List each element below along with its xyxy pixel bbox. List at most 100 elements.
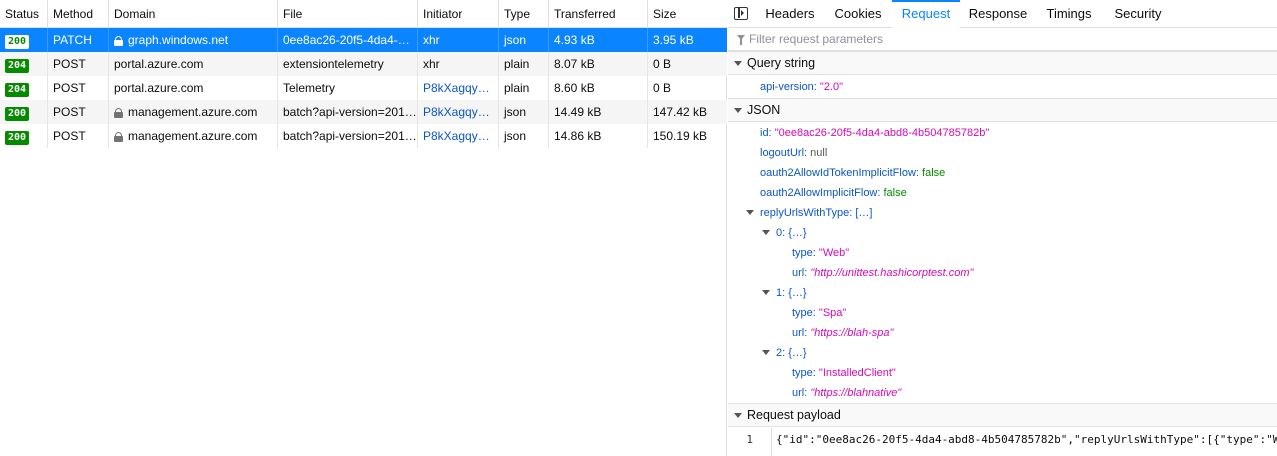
json-value: null	[810, 147, 828, 159]
lock-icon	[114, 108, 123, 118]
query-string-section-header[interactable]: Query string	[728, 51, 1277, 75]
file-cell: 0ee8ac26-20f5-4da4-…	[278, 28, 418, 52]
file-cell: Telemetry	[278, 76, 418, 100]
json-key: id:	[760, 127, 772, 139]
query-param: api-version: "2.0"	[760, 77, 843, 97]
chevron-down-icon	[734, 61, 742, 66]
json-key: oauth2AllowImplicitFlow:	[760, 187, 881, 199]
json-key: 0:	[776, 227, 786, 239]
json-value: {…}	[788, 287, 807, 299]
json-property: url: "http://unittest.hashicorptest.com"	[792, 263, 973, 283]
json-key: logoutUrl:	[760, 147, 808, 159]
column-header-transferred[interactable]: Transferred	[549, 0, 648, 28]
column-header-method[interactable]: Method	[48, 0, 109, 28]
lock-icon	[114, 132, 123, 142]
file-cell: extensiontelemetry	[278, 52, 418, 76]
section-title: Request payload	[747, 408, 841, 422]
param-value: "2.0"	[819, 81, 844, 93]
type-cell: json	[499, 28, 549, 52]
size-cell: 150.19 kB	[653, 129, 708, 143]
tab-timings[interactable]: Timings	[1036, 0, 1102, 28]
tab-headers[interactable]: Headers	[756, 0, 824, 28]
request-details-panel: Headers Cookies Request Response Timings…	[728, 0, 1277, 456]
column-header-status[interactable]: Status	[0, 0, 48, 28]
json-tree-node[interactable]: replyUrlsWithType: […]	[746, 203, 872, 223]
json-tree-node[interactable]: 2: {…}	[762, 343, 807, 363]
json-value: "0ee8ac26-20f5-4da4-abd8-4b504785782b"	[774, 127, 990, 139]
json-property: type: "Web"	[792, 243, 849, 263]
request-row[interactable]: 204 POST portal.azure.com extensiontelem…	[0, 52, 727, 76]
payload-editor[interactable]: 1 {"id":"0ee8ac26-20f5-4da4-abd8-4b50478…	[728, 428, 1277, 456]
json-value: false	[883, 187, 907, 199]
json-property: url: "https://blahnative"	[792, 383, 901, 403]
json-property: oauth2AllowImplicitFlow: false	[760, 183, 907, 203]
filter-input[interactable]: Filter request parameters	[749, 29, 883, 50]
domain-text: management.azure.com	[128, 105, 258, 119]
json-property: type: "InstalledClient"	[792, 363, 896, 383]
json-key: url:	[792, 327, 808, 339]
transferred-cell: 8.60 kB	[549, 76, 648, 100]
size-cell: 0 B	[653, 57, 672, 71]
line-number: 1	[728, 428, 772, 456]
domain-cell: portal.azure.com	[109, 76, 278, 100]
method-cell: PATCH	[48, 28, 109, 52]
initiator-cell[interactable]: P8kXagqyU…	[418, 124, 499, 148]
payload-code-line[interactable]: {"id":"0ee8ac26-20f5-4da4-abd8-4b5047857…	[776, 428, 1277, 452]
domain-cell: management.azure.com	[109, 100, 278, 124]
initiator-cell[interactable]: P8kXagqyU…	[418, 76, 499, 100]
chevron-down-icon[interactable]	[762, 290, 770, 295]
tab-cookies[interactable]: Cookies	[824, 0, 892, 28]
request-row[interactable]: 204 POST portal.azure.com Telemetry P8kX…	[0, 76, 727, 100]
domain-text: portal.azure.com	[114, 57, 204, 71]
json-property: url: "https://blah-spa"	[792, 323, 893, 343]
json-key: type:	[792, 307, 816, 319]
json-property: type: "Spa"	[792, 303, 846, 323]
method-cell: POST	[48, 100, 109, 124]
json-key: url:	[792, 267, 808, 279]
tab-security[interactable]: Security	[1102, 0, 1174, 28]
json-section-header[interactable]: JSON	[728, 98, 1277, 122]
column-header-initiator[interactable]: Initiator	[418, 0, 499, 28]
json-tree-node[interactable]: 1: {…}	[762, 283, 807, 303]
transferred-cell: 14.49 kB	[549, 100, 648, 124]
toggle-sidebar-icon[interactable]	[734, 7, 748, 20]
json-property: id: "0ee8ac26-20f5-4da4-abd8-4b504785782…	[760, 123, 989, 143]
request-row[interactable]: 200 PATCH graph.windows.net 0ee8ac26-20f…	[0, 28, 727, 52]
chevron-down-icon[interactable]	[762, 350, 770, 355]
status-badge: 200	[5, 131, 30, 145]
chevron-down-icon[interactable]	[762, 230, 770, 235]
request-payload-section-header[interactable]: Request payload	[728, 403, 1277, 427]
request-row[interactable]: 200 POST management.azure.com batch?api-…	[0, 100, 727, 124]
transferred-cell: 14.86 kB	[549, 124, 648, 148]
column-header-type[interactable]: Type	[499, 0, 549, 28]
json-value: {…}	[788, 227, 807, 239]
filter-bar[interactable]: Filter request parameters	[728, 29, 1277, 51]
initiator-cell[interactable]: xhr	[418, 28, 499, 52]
size-cell: 147.42 kB	[653, 105, 708, 119]
json-key: oauth2AllowIdTokenImplicitFlow:	[760, 167, 919, 179]
type-cell: json	[499, 100, 549, 124]
domain-text: graph.windows.net	[128, 33, 229, 47]
section-title: JSON	[747, 103, 781, 117]
domain-cell: management.azure.com	[109, 124, 278, 148]
request-list: Status Method Domain File Initiator Type…	[0, 0, 727, 456]
column-header-domain[interactable]: Domain	[109, 0, 278, 28]
tab-response[interactable]: Response	[960, 0, 1036, 28]
initiator-cell[interactable]: P8kXagqyU…	[418, 100, 499, 124]
column-header-file[interactable]: File	[278, 0, 418, 28]
transferred-cell: 8.07 kB	[549, 52, 648, 76]
status-badge: 200	[5, 35, 30, 49]
json-key: 1:	[776, 287, 786, 299]
json-value: "Web"	[818, 247, 850, 259]
json-tree-node[interactable]: 0: {…}	[762, 223, 807, 243]
request-row[interactable]: 200 POST management.azure.com batch?api-…	[0, 124, 727, 148]
status-badge: 200	[5, 107, 30, 121]
column-header-size[interactable]: Size	[648, 0, 727, 28]
filter-icon	[737, 35, 745, 45]
size-cell: 3.95 kB	[653, 33, 694, 47]
json-value: {…}	[788, 347, 807, 359]
json-value: false	[922, 167, 946, 179]
chevron-down-icon[interactable]	[746, 210, 754, 215]
section-title: Query string	[747, 56, 816, 70]
tab-request[interactable]: Request	[892, 0, 960, 28]
